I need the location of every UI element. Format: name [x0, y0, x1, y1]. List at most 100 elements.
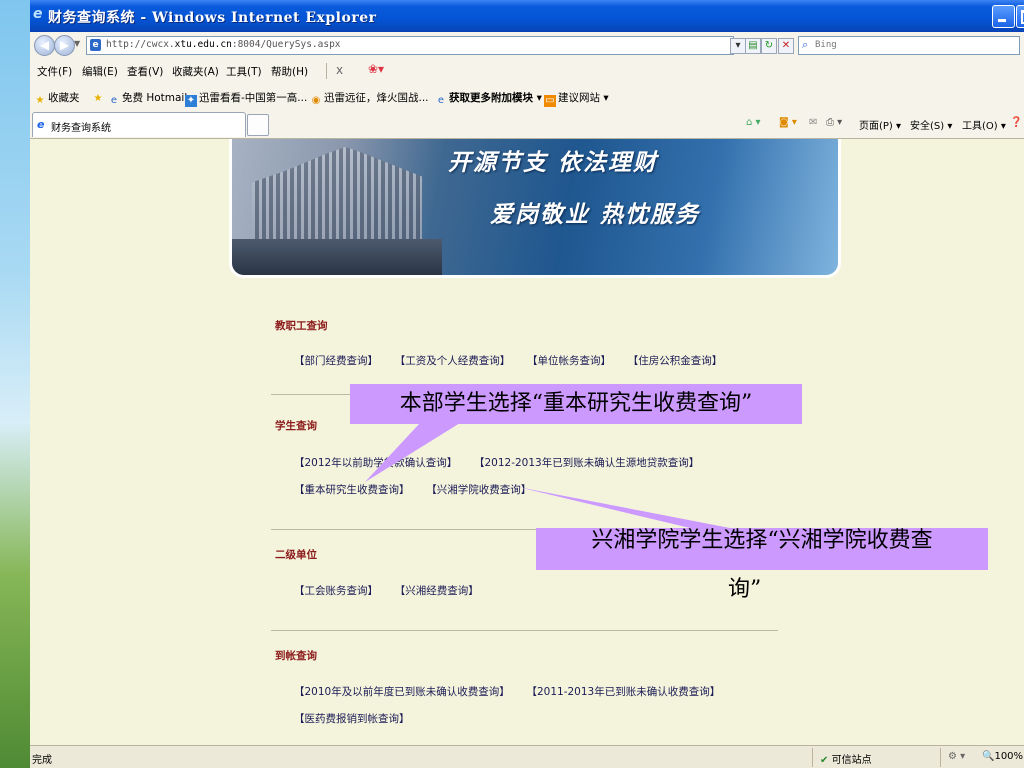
xunlei-icon: ✦	[185, 95, 197, 107]
page-icon: e	[90, 39, 101, 51]
refresh-icon[interactable]: ↻	[761, 38, 777, 54]
callout-xingxiang: 兴湘学院学生选择“兴湘学院收费查	[536, 528, 988, 570]
menu-edit[interactable]: 编辑(E)	[82, 64, 118, 79]
callout-1-pointer	[365, 423, 460, 482]
link-arrival-2010[interactable]: 【2010年及以前年度已到账未确认收费查询】	[294, 686, 510, 698]
add-favorite-icon[interactable]: ★	[92, 90, 106, 105]
link-origin-loan[interactable]: 【2012-2013年已到账未确认生源地贷款查询】	[479, 457, 699, 469]
favorites-button[interactable]: ★ 收藏夹	[34, 90, 80, 107]
link-xingxiang-funds[interactable]: 【兴湘经费查询】	[400, 585, 479, 597]
section-title-secondary: 二级单位	[275, 549, 317, 561]
title-bar[interactable]: e 财务查询系统 - Windows Internet Explorer	[30, 0, 1024, 32]
link-dept-funds[interactable]: 【部门经费查询】	[294, 355, 378, 367]
forward-button[interactable]: ▶	[54, 35, 75, 56]
fav-xunlei-kankan[interactable]: ✦ 迅雷看看-中国第一高...	[185, 90, 307, 107]
close-icon[interactable]: x	[336, 63, 343, 77]
page-menu[interactable]: 页面(P) ▾	[859, 117, 901, 132]
callout-xingxiang-line2: 询”	[728, 577, 762, 602]
tab-active[interactable]: e 财务查询系统	[32, 112, 246, 137]
print-icon[interactable]: ⎙ ▾	[826, 117, 842, 128]
menu-favorites[interactable]: 收藏夹(A)	[172, 64, 219, 79]
protected-mode-icon[interactable]: ⚙ ▾	[948, 751, 965, 762]
address-dropdown-icon[interactable]: ▾	[730, 38, 746, 54]
tab-row: e 财务查询系统 ⌂ ▾ ◙ ▾ ✉ ⎙ ▾ 页面(P) ▾ 安全(S) ▾ 工…	[30, 110, 1024, 139]
header-banner: 开源节支 依法理财 爱岗敬业 热忱服务	[232, 139, 838, 275]
translate-icon[interactable]: ❀▾	[368, 62, 384, 76]
link-union-accounts[interactable]: 【工会账务查询】	[294, 585, 378, 597]
zoom-control[interactable]: 🔍100%	[982, 751, 1023, 762]
section-title-staff: 教职工查询	[275, 320, 328, 332]
menu-view[interactable]: 查看(V)	[127, 64, 163, 79]
favorites-bar: ★ 收藏夹 ★ e 免费 Hotmail ✦ 迅雷看看-中国第一高... ◉ 迅雷远征，…	[30, 84, 1024, 111]
link-medical-reimbursement[interactable]: 【医药费报销到帐查询】	[294, 713, 410, 725]
fav-suggested-sites[interactable]: ▭ 建议网站 ▾	[544, 90, 609, 107]
home-icon[interactable]: ⌂ ▾	[746, 117, 761, 128]
recent-pages-dropdown[interactable]: ▼	[74, 40, 80, 48]
fav-addons[interactable]: e 获取更多附加模块 ▾	[435, 90, 542, 107]
ie-logo-icon: e	[37, 118, 45, 131]
browser-window: e 财务查询系统 - Windows Internet Explorer ◀ ▶…	[30, 0, 1024, 768]
arrival-links-row1: 【2010年及以前年度已到账未确认收费查询】 【2011-2013年已到账未确认收…	[294, 684, 742, 699]
suggested-sites-icon: ▭	[544, 95, 556, 107]
menu-bar: 文件(F) 编辑(E) 查看(V) 收藏夹(A) 工具(T) 帮助(H) x ❀…	[30, 58, 1024, 85]
check-icon: ✔	[820, 755, 829, 766]
stop-icon[interactable]: ✕	[778, 38, 794, 54]
student-links-row2: 【重本研究生收费查询】 【兴湘学院收费查询】	[294, 482, 553, 497]
status-text: 完成	[32, 755, 52, 766]
callout-main-campus: 本部学生选择“重本研究生收费查询”	[350, 384, 802, 424]
link-arrival-2011-2013[interactable]: 【2011-2013年已到账未确认收费查询】	[532, 686, 720, 698]
minimize-button[interactable]	[992, 5, 1015, 28]
ie-logo-icon: e	[33, 6, 43, 22]
link-main-campus-fees[interactable]: 【重本研究生收费查询】	[294, 484, 410, 496]
window-title: 财务查询系统 - Windows Internet Explorer	[48, 10, 377, 26]
security-zone[interactable]: ✔ 可信站点	[820, 751, 872, 766]
link-salary[interactable]: 【工资及个人经费查询】	[400, 355, 510, 367]
search-placeholder: Bing	[815, 40, 837, 50]
page-icon: e	[110, 95, 118, 106]
building-base	[232, 239, 442, 275]
status-bar: 完成 ✔ 可信站点 ⚙ ▾ 🔍100%	[30, 745, 1024, 768]
safety-menu[interactable]: 安全(S) ▾	[910, 117, 952, 132]
section-title-student: 学生查询	[275, 420, 317, 432]
link-unit-accounts[interactable]: 【单位帐务查询】	[532, 355, 611, 367]
link-xingxiang-fees[interactable]: 【兴湘学院收费查询】	[432, 484, 532, 496]
back-button[interactable]: ◀	[34, 35, 55, 56]
status-separator	[812, 748, 813, 767]
slogan-line-1: 开源节支 依法理财	[448, 149, 659, 176]
fav-hotmail[interactable]: e 免费 Hotmail	[108, 90, 187, 107]
desktop-background	[0, 0, 30, 768]
game-icon: ◉	[311, 95, 321, 106]
page-icon: e	[437, 95, 445, 106]
new-tab-button[interactable]	[247, 114, 269, 136]
help-icon[interactable]: ❓	[1010, 117, 1022, 128]
zoom-icon: 🔍	[982, 751, 995, 762]
url-text: http://cwcx.xtu.edu.cn:8004/QuerySys.asp…	[106, 39, 341, 50]
page-content: 开源节支 依法理财 爱岗敬业 热忱服务 教职工查询 【部门经费查询】 【工资及个人…	[30, 139, 1024, 745]
menu-help[interactable]: 帮助(H)	[271, 64, 308, 79]
section-title-arrival: 到帐查询	[275, 650, 317, 662]
slogan-line-2: 爱岗敬业 热忱服务	[490, 201, 701, 228]
mail-icon[interactable]: ✉	[809, 117, 817, 128]
menu-separator	[326, 63, 327, 79]
compatibility-view-icon[interactable]: ▤	[745, 38, 761, 54]
link-student-loan[interactable]: 【2012年以前助学贷款确认查询】	[294, 457, 457, 469]
arrival-links-row2: 【医药费报销到帐查询】	[294, 711, 432, 726]
star-icon: ★	[35, 95, 45, 106]
fav-xunlei-yuanzheng[interactable]: ◉ 迅雷远征，烽火国战...	[310, 90, 429, 107]
search-icon: ⌕	[802, 38, 809, 51]
status-separator	[940, 748, 941, 767]
feeds-icon[interactable]: ◙ ▾	[779, 117, 797, 128]
address-input[interactable]: e http://cwcx.xtu.edu.cn:8004/QuerySys.a…	[86, 36, 734, 55]
callout-xingxiang-line1: 兴湘学院学生选择“兴湘学院收费查	[591, 528, 933, 553]
tab-label: 财务查询系统	[51, 123, 111, 134]
tools-menu[interactable]: 工具(O) ▾	[962, 117, 1006, 132]
link-housing-fund[interactable]: 【住房公积金查询】	[633, 355, 722, 367]
divider	[271, 630, 778, 631]
menu-file[interactable]: 文件(F)	[37, 64, 72, 79]
student-links-row1: 【2012年以前助学贷款确认查询】 【2012-2013年已到账未确认生源地贷款查…	[294, 455, 721, 470]
menu-tools[interactable]: 工具(T)	[226, 64, 262, 79]
staff-links: 【部门经费查询】 【工资及个人经费查询】 【单位帐务查询】 【住房公积金查询】	[294, 353, 744, 368]
address-bar: ◀ ▶ ▼ e http://cwcx.xtu.edu.cn:8004/Quer…	[30, 32, 1024, 59]
maximize-button[interactable]	[1016, 5, 1024, 28]
search-input[interactable]: ⌕ Bing	[798, 36, 1020, 55]
